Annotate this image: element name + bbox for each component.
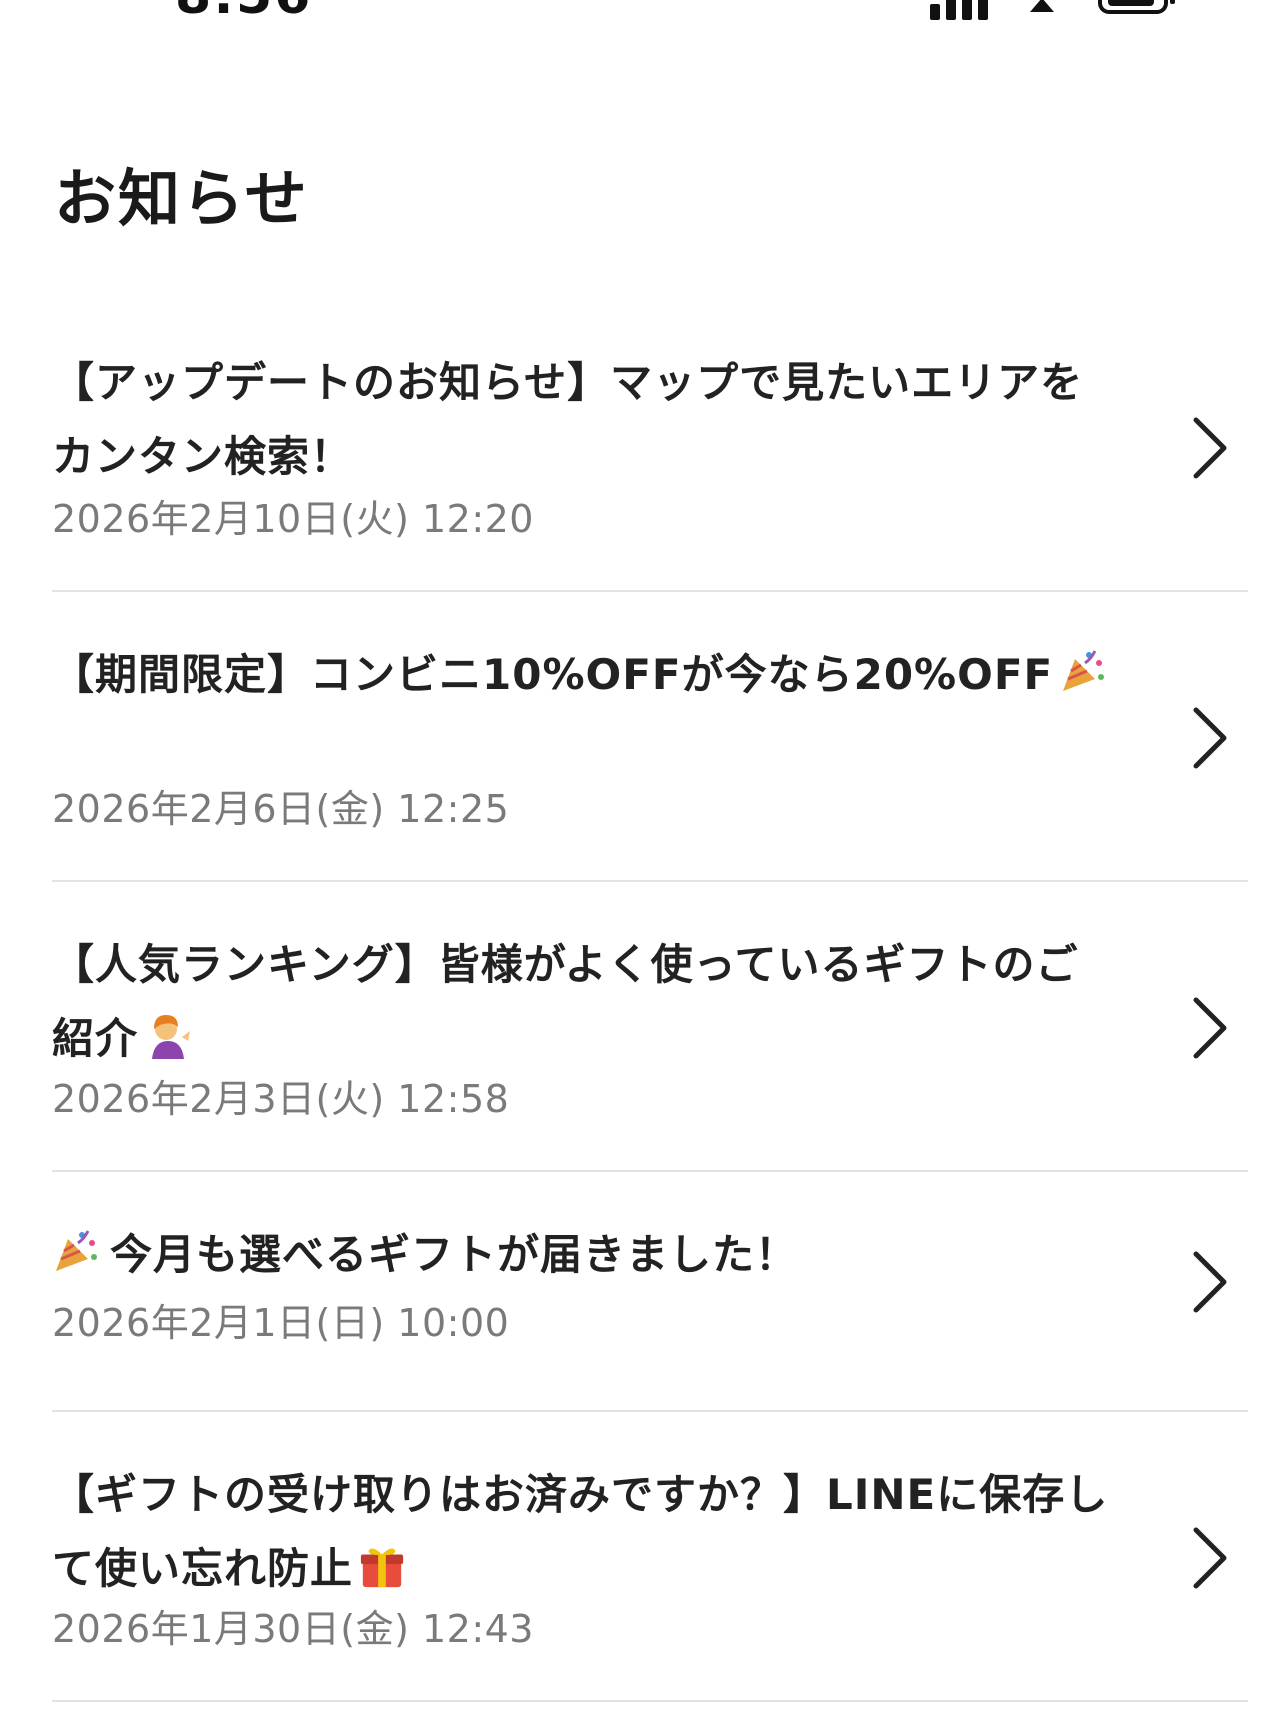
status-time: 8:56: [175, 0, 312, 26]
notice-item[interactable]: 【人気ランキング】皆様がよく使っているギフトのご紹介 2026年2月3日(火) …: [52, 882, 1248, 1172]
battery-icon: [1098, 0, 1175, 14]
status-bar: 8:56: [0, 0, 1287, 40]
gift-icon: [360, 1548, 404, 1588]
notice-title: 今月も選べるギフトが届きました！: [52, 1218, 1112, 1292]
notice-title-text: 【ギフトの受け取りはお済みですか？】LINEに保存して使い忘れ防止: [52, 1470, 1109, 1593]
notice-title: 【期間限定】コンビニ10%OFFが今なら20%OFF: [52, 638, 1112, 712]
chevron-right-icon: [1193, 997, 1227, 1059]
chevron-right-icon: [1193, 1527, 1227, 1589]
notice-date: 2026年2月10日(火) 12:20: [52, 497, 534, 541]
notice-title: 【ギフトの受け取りはお済みですか？】LINEに保存して使い忘れ防止: [52, 1458, 1112, 1606]
party-popper-icon: [56, 1230, 97, 1271]
signal-icon: [930, 0, 988, 20]
notice-item[interactable]: 【アップデートのお知らせ】マップで見たいエリアをカンタン検索！ 2026年2月1…: [52, 300, 1248, 592]
notice-title-text: 【期間限定】コンビニ10%OFFが今なら20%OFF: [52, 650, 1054, 699]
notice-item[interactable]: 今月も選べるギフトが届きました！ 2026年2月1日(日) 10:00: [52, 1172, 1248, 1412]
notice-item[interactable]: 【ギフトの受け取りはお済みですか？】LINEに保存して使い忘れ防止 2026年1…: [52, 1412, 1248, 1702]
notice-title-text: 【人気ランキング】皆様がよく使っているギフトのご紹介: [52, 940, 1079, 1063]
notice-item[interactable]: 【期間限定】コンビニ10%OFFが今なら20%OFF 2026年2月6日(金) …: [52, 592, 1248, 882]
chevron-right-icon: [1193, 707, 1227, 769]
notice-date: 2026年2月3日(火) 12:58: [52, 1077, 510, 1121]
party-popper-icon: [1063, 650, 1105, 691]
page-title: お知らせ: [54, 162, 309, 235]
wifi-icon: [1030, 0, 1054, 12]
notice-title-text: 今月も選べるギフトが届きました！: [110, 1230, 799, 1279]
notice-title: 【人気ランキング】皆様がよく使っているギフトのご紹介: [52, 928, 1112, 1076]
chevron-right-icon: [1193, 1251, 1227, 1313]
chevron-right-icon: [1193, 417, 1227, 479]
status-icons: [930, 0, 1175, 20]
notice-date: 2026年1月30日(金) 12:43: [52, 1607, 534, 1651]
woman-tipping-hand-icon: [152, 1015, 191, 1059]
notice-date: 2026年2月1日(日) 10:00: [52, 1301, 510, 1345]
notice-list: 【アップデートのお知らせ】マップで見たいエリアをカンタン検索！ 2026年2月1…: [52, 300, 1248, 1702]
notice-date: 2026年2月6日(金) 12:25: [52, 787, 510, 831]
notice-title: 【アップデートのお知らせ】マップで見たいエリアをカンタン検索！: [52, 358, 1084, 481]
